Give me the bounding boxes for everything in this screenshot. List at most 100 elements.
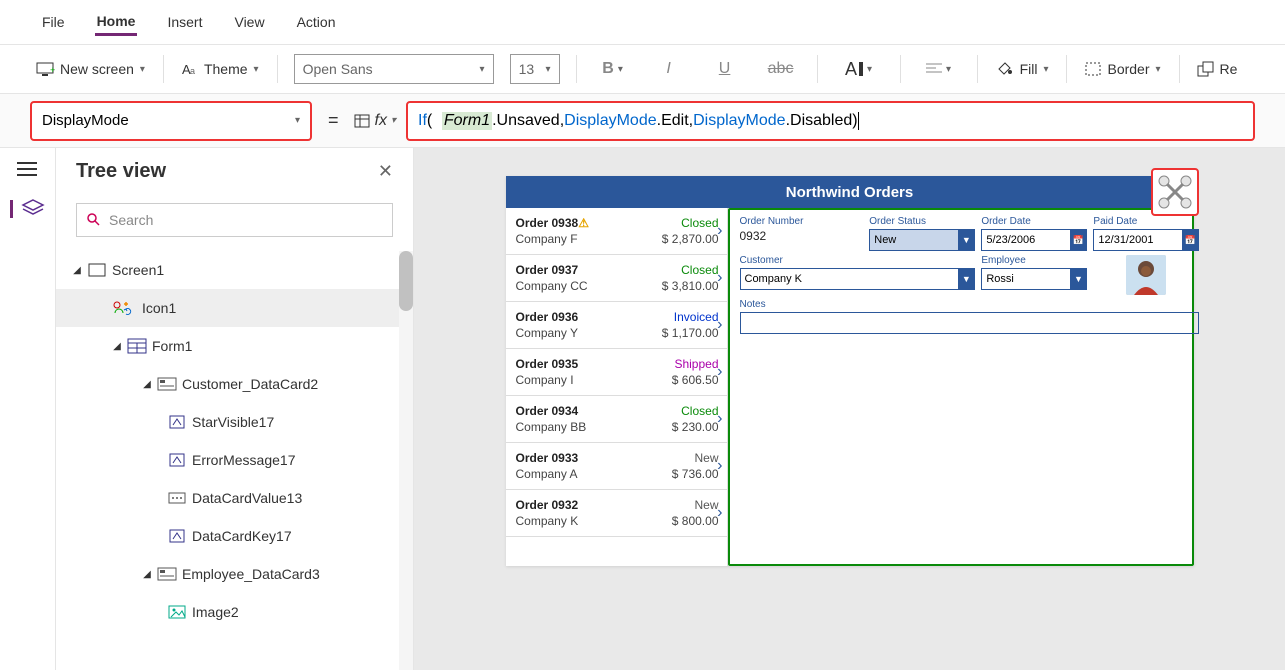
image-icon — [168, 606, 186, 618]
search-input[interactable]: Search — [76, 203, 393, 237]
align-button[interactable]: ▾ — [917, 54, 961, 84]
chevron-right-icon: › — [717, 222, 722, 240]
order-amount: $ 800.00 — [672, 514, 719, 528]
select-customer[interactable]: Company K▼ — [740, 268, 976, 290]
border-button[interactable]: Border ▾ — [1083, 57, 1162, 81]
layers-icon[interactable] — [10, 200, 32, 218]
fontcolor-button[interactable]: A▾ — [834, 54, 884, 84]
resize-handle-icon — [1158, 175, 1192, 209]
close-icon[interactable]: ✕ — [378, 161, 393, 182]
tree-label: Employee_DataCard3 — [182, 566, 320, 582]
chevron-right-icon: › — [717, 410, 722, 428]
strikethrough-button[interactable]: abc — [761, 54, 801, 84]
theme-button[interactable]: Aa Theme ▾ — [180, 57, 261, 81]
selection-handle[interactable] — [1151, 168, 1199, 216]
tree-label: DataCardKey17 — [192, 528, 292, 544]
font-select[interactable]: Open Sans ▾ — [294, 54, 494, 84]
reorder-button[interactable]: Re — [1196, 57, 1240, 81]
order-company: Company I — [516, 373, 574, 387]
label-icon — [168, 454, 186, 466]
tree-row-customer-card[interactable]: ◢ Customer_DataCard2 — [56, 365, 413, 403]
tree-row-datacardvalue[interactable]: DataCardValue13 — [56, 479, 413, 517]
order-id: Order 0936 — [516, 310, 579, 324]
tok-lparen: ( — [427, 112, 432, 130]
tok-disabled: .Disabled — [786, 112, 853, 130]
menu-insert[interactable]: Insert — [165, 10, 204, 34]
tree-row-icon1[interactable]: Icon1 — [56, 289, 413, 327]
fx-button[interactable]: fx▾ — [355, 112, 396, 130]
input-paid-date[interactable]: 12/31/2001📅 — [1093, 229, 1199, 251]
property-select[interactable]: DisplayMode ▾ — [30, 101, 312, 141]
tree-row-errormsg[interactable]: ErrorMessage17 — [56, 441, 413, 479]
order-company: Company CC — [516, 279, 588, 293]
order-row[interactable]: Order 0933NewCompany A$ 736.00› — [506, 443, 727, 490]
order-row[interactable]: Order 0932NewCompany K$ 800.00› — [506, 490, 727, 537]
order-row[interactable]: Order 0935ShippedCompany I$ 606.50› — [506, 349, 727, 396]
formula-input[interactable]: If( Form1.Unsaved, DisplayMode.Edit, Dis… — [406, 101, 1255, 141]
fill-button[interactable]: Fill ▾ — [994, 57, 1051, 81]
screen-icon — [88, 264, 106, 276]
order-row[interactable]: Order 0936InvoicedCompany Y$ 1,170.00› — [506, 302, 727, 349]
menu-file[interactable]: File — [40, 10, 67, 34]
reorder-label: Re — [1220, 61, 1238, 77]
tree-label: Icon1 — [142, 300, 176, 316]
select-employee[interactable]: Rossi▼ — [981, 268, 1087, 290]
order-id: Order 0935 — [516, 357, 579, 371]
menu-home[interactable]: Home — [95, 9, 138, 36]
order-row[interactable]: Order 0934ClosedCompany BB$ 230.00› — [506, 396, 727, 443]
order-amount: $ 1,170.00 — [662, 326, 719, 340]
underline-button[interactable]: U — [705, 54, 745, 84]
order-row[interactable]: Order 0937ClosedCompany CC$ 3,810.00› — [506, 255, 727, 302]
menu-view[interactable]: View — [232, 10, 266, 34]
tree-label: ErrorMessage17 — [192, 452, 296, 468]
chevron-down-icon: ▾ — [1156, 64, 1161, 75]
chevron-right-icon: › — [717, 316, 722, 334]
order-company: Company A — [516, 467, 578, 481]
tree-row-form1[interactable]: ◢ Form1 — [56, 327, 413, 365]
tok-edit: .Edit, — [657, 112, 693, 130]
tree-row-employee-card[interactable]: ◢ Employee_DataCard3 — [56, 555, 413, 593]
order-status: New — [694, 451, 718, 465]
tree-row-datacardkey[interactable]: DataCardKey17 — [56, 517, 413, 555]
order-status: Closed — [681, 263, 718, 277]
order-row[interactable]: Order 0938⚠ClosedCompany F$ 2,870.00› — [506, 208, 727, 255]
sync-icon — [112, 301, 136, 315]
formula-bar: DisplayMode ▾ = fx▾ If( Form1.Unsaved, D… — [0, 94, 1285, 148]
label-order-status: Order Status — [869, 216, 975, 227]
hamburger-icon[interactable] — [17, 162, 39, 180]
canvas: Northwind Orders Order 0938⚠ClosedCompan… — [414, 148, 1285, 670]
select-order-status[interactable]: New▼ — [869, 229, 975, 251]
input-notes[interactable] — [740, 312, 1200, 334]
ribbon: + New screen ▾ Aa Theme ▾ Open Sans ▾ 13… — [0, 44, 1285, 94]
menu-bar: File Home Insert View Action — [0, 0, 1285, 44]
form-icon — [128, 339, 146, 353]
new-screen-button[interactable]: + New screen ▾ — [34, 57, 147, 81]
warning-icon: ⚠ — [578, 216, 589, 230]
tree-row-starvisible[interactable]: StarVisible17 — [56, 403, 413, 441]
tree-scrollbar[interactable] — [399, 251, 413, 670]
label-paid-date: Paid Date — [1093, 216, 1199, 227]
bold-button[interactable]: B▾ — [593, 54, 633, 84]
chevron-down-icon: ▾ — [295, 115, 300, 126]
reorder-icon — [1198, 62, 1214, 76]
tree-row-image2[interactable]: Image2 — [56, 593, 413, 631]
chevron-down-icon: ▾ — [480, 64, 485, 75]
order-id: Order 0933 — [516, 451, 579, 465]
label-order-date: Order Date — [981, 216, 1087, 227]
fill-label: Fill — [1020, 61, 1038, 77]
label-customer: Customer — [740, 255, 976, 266]
font-value: Open Sans — [303, 61, 373, 77]
italic-button[interactable]: I — [649, 54, 689, 84]
equals-sign: = — [322, 110, 345, 131]
fontsize-value: 13 — [519, 61, 535, 77]
tree-row-screen1[interactable]: ◢ Screen1 — [56, 251, 413, 289]
menu-action[interactable]: Action — [295, 10, 338, 34]
chevron-down-icon: ▾ — [546, 64, 551, 75]
value-order-number: 0932 — [740, 229, 864, 243]
input-order-date[interactable]: 5/23/2006📅 — [981, 229, 1087, 251]
fontsize-select[interactable]: 13 ▾ — [510, 54, 560, 84]
tree-list: ◢ Screen1 Icon1 ◢ Form1 ◢ Customer_DataC… — [56, 251, 413, 670]
order-amount: $ 2,870.00 — [662, 232, 719, 246]
order-status: Invoiced — [674, 310, 719, 324]
datacard-icon — [158, 568, 176, 580]
